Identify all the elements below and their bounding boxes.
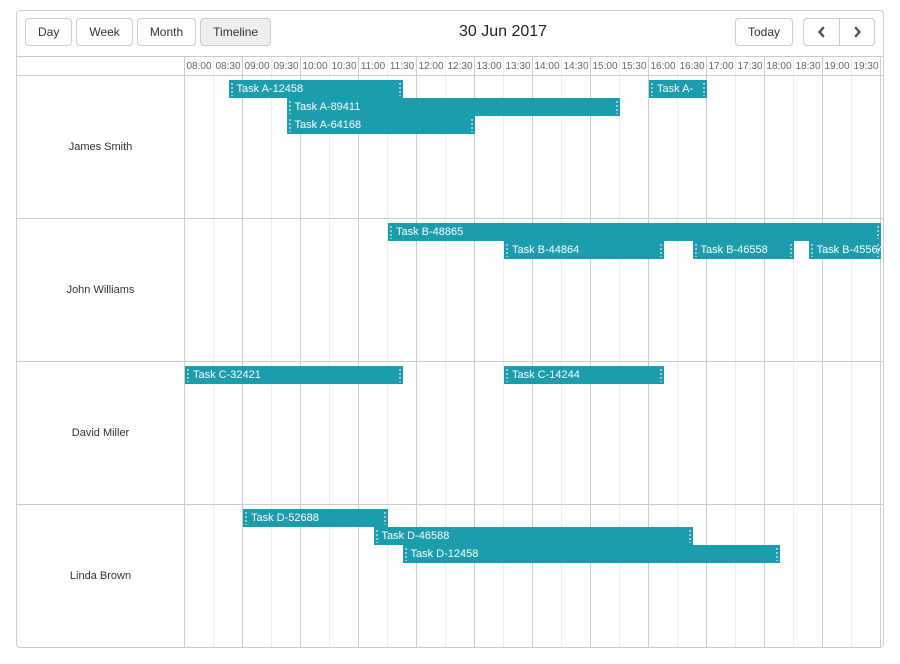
timeline-event[interactable]: Task A- bbox=[649, 80, 707, 98]
time-slot-header: 15:00 bbox=[591, 57, 620, 75]
time-slot-header: 16:00 bbox=[649, 57, 678, 75]
timeline-row[interactable]: Task A-12458Task A-89411Task A-64168 Task… bbox=[185, 76, 883, 219]
date-nav-group bbox=[803, 18, 875, 46]
time-slot-header: 19:30 bbox=[852, 57, 881, 75]
timeline-event[interactable]: Task D-12458 bbox=[403, 545, 780, 563]
timeline-row[interactable]: Task D-52688Task D-46588Task D-12458 bbox=[185, 505, 883, 647]
resource-label: James Smith bbox=[17, 76, 184, 219]
timeline-row[interactable]: Task B-48865Task B-44864 Task B-46558 Task… bbox=[185, 219, 883, 362]
scheduler-panel: DayWeekMonthTimeline 30 Jun 2017 Today 0… bbox=[16, 10, 884, 648]
toolbar: DayWeekMonthTimeline 30 Jun 2017 Today bbox=[17, 11, 883, 51]
time-slot-header: 13:30 bbox=[504, 57, 533, 75]
time-header: 08:0008:3009:0009:3010:0010:3011:0011:30… bbox=[185, 57, 883, 76]
timeline-event[interactable]: Task B-45564 bbox=[809, 241, 882, 259]
time-slot-header: 08:00 bbox=[185, 57, 214, 75]
timeline-event[interactable]: Task A-89411 bbox=[287, 98, 621, 116]
chevron-left-icon bbox=[816, 26, 828, 38]
timeline-event[interactable]: Task D-52688 bbox=[243, 509, 388, 527]
corner-cell bbox=[17, 57, 185, 76]
view-button-week[interactable]: Week bbox=[76, 18, 132, 46]
timeline-event[interactable]: Task C-32421 bbox=[185, 366, 403, 384]
next-button[interactable] bbox=[839, 18, 875, 46]
chevron-right-icon bbox=[851, 26, 863, 38]
today-button[interactable]: Today bbox=[735, 18, 793, 46]
time-slot-header: 15:30 bbox=[620, 57, 649, 75]
timeline-event[interactable]: Task B-48865 bbox=[388, 223, 881, 241]
time-slot-header: 08:30 bbox=[214, 57, 243, 75]
resource-label: John Williams bbox=[17, 219, 184, 362]
timeline-event[interactable]: Task D-46588 bbox=[374, 527, 693, 545]
time-slot-header: 11:30 bbox=[388, 57, 417, 75]
time-slot-header: 09:30 bbox=[272, 57, 301, 75]
prev-button[interactable] bbox=[803, 18, 839, 46]
timeline-grid[interactable]: Task A-12458Task A-89411Task A-64168 Task… bbox=[185, 76, 883, 647]
time-slot-header: 17:30 bbox=[736, 57, 765, 75]
time-slot-header: 19:00 bbox=[823, 57, 852, 75]
time-slot-header: 10:00 bbox=[301, 57, 330, 75]
time-slot-header: 14:00 bbox=[533, 57, 562, 75]
time-slot-header: 11:00 bbox=[359, 57, 388, 75]
time-slot-header: 16:30 bbox=[678, 57, 707, 75]
time-slot-header: 09:00 bbox=[243, 57, 272, 75]
time-slot-header: 18:00 bbox=[765, 57, 794, 75]
time-slot-header: 10:30 bbox=[330, 57, 359, 75]
time-slot-header: 12:30 bbox=[446, 57, 475, 75]
timeline-event[interactable]: Task C-14244 bbox=[504, 366, 664, 384]
time-slot-header: 12:00 bbox=[417, 57, 446, 75]
view-switch-group: DayWeekMonthTimeline bbox=[25, 18, 271, 46]
timeline-event[interactable]: Task B-44864 bbox=[504, 241, 664, 259]
timeline-event[interactable]: Task B-46558 bbox=[693, 241, 795, 259]
resource-label: Linda Brown bbox=[17, 505, 184, 647]
timeline-row[interactable]: Task C-32421 Task C-14244 bbox=[185, 362, 883, 505]
date-title: 30 Jun 2017 bbox=[459, 23, 547, 41]
scheduler-body: 08:0008:3009:0009:3010:0010:3011:0011:30… bbox=[17, 56, 883, 647]
timeline-event[interactable]: Task A-64168 bbox=[287, 116, 476, 134]
time-slot-header: 14:30 bbox=[562, 57, 591, 75]
view-button-timeline[interactable]: Timeline bbox=[200, 18, 271, 46]
time-slot-header: 17:00 bbox=[707, 57, 736, 75]
view-button-month[interactable]: Month bbox=[137, 18, 196, 46]
resource-label: David Miller bbox=[17, 362, 184, 505]
resource-column: James SmithJohn WilliamsDavid MillerLind… bbox=[17, 76, 185, 647]
time-slot-header: 13:00 bbox=[475, 57, 504, 75]
view-button-day[interactable]: Day bbox=[25, 18, 72, 46]
timeline-event[interactable]: Task A-12458 bbox=[229, 80, 403, 98]
time-slot-header: 18:30 bbox=[794, 57, 823, 75]
